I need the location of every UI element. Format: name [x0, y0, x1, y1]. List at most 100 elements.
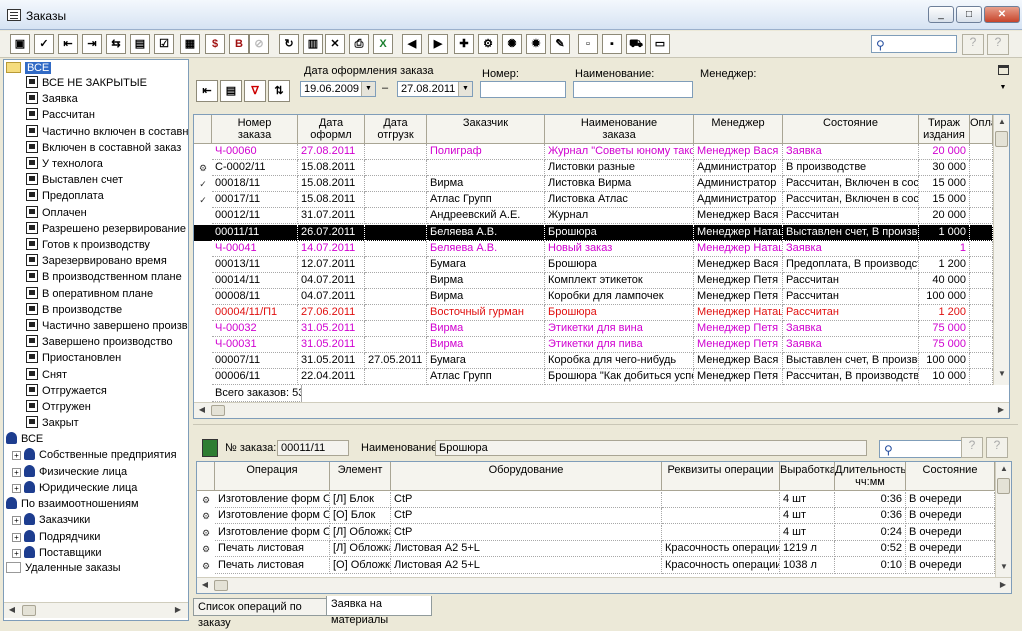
date-from-select[interactable]: 19.06.2009 ▼: [300, 81, 376, 97]
tree-status-item[interactable]: У технолога: [26, 156, 103, 172]
order-row[interactable]: Ч-00060 27.08.2011 Полиграф Журнал "Советы …: [194, 144, 993, 160]
scroll-thumb[interactable]: [997, 478, 1010, 494]
scroll-down-icon[interactable]: ▼: [994, 369, 1010, 378]
scroll-right-icon[interactable]: ▶: [993, 405, 1009, 414]
manager-select[interactable]: ▼: [698, 81, 1010, 97]
gear-icon[interactable]: ✺: [502, 34, 522, 54]
operations-column-header[interactable]: Элемент: [330, 462, 391, 491]
operation-row[interactable]: ⚙ Изготовление форм CtP [Л] Блок CtP 4 шт 0:3…: [197, 492, 995, 508]
order-row[interactable]: 00008/11 04.07.2011 Вирма Коробки для лампо…: [194, 288, 993, 305]
operation-row[interactable]: ⚙ Печать листовая [О] Обложка Листовая А2 5…: [197, 557, 995, 574]
tab-operations-list[interactable]: Список операций по заказу: [193, 598, 327, 629]
scroll-right-icon[interactable]: ▶: [170, 605, 186, 614]
order-row[interactable]: Ч-00031 31.05.2011 Вирма Этикетки для пива М…: [194, 337, 993, 354]
export-icon[interactable]: ⇥: [82, 34, 102, 54]
operations-horizontal-scrollbar[interactable]: ◀ ▶: [197, 577, 1011, 593]
detail-search-box[interactable]: ⚲: [879, 440, 965, 458]
transfer-icon[interactable]: ⇆: [106, 34, 126, 54]
search-box[interactable]: ⚲: [871, 35, 957, 53]
order-row[interactable]: 00014/11 04.07.2011 Вирма Комплект этикеток…: [194, 272, 993, 289]
order-row[interactable]: ✓ 00018/11 15.08.2011 Вирма Листовка Вирма Ад…: [194, 176, 993, 193]
operations-column-header[interactable]: Оборудование: [391, 462, 662, 491]
tree-status-item[interactable]: Отгружен: [26, 399, 91, 415]
help-button[interactable]: ?: [987, 34, 1009, 55]
filter-help-button[interactable]: ?: [962, 34, 984, 55]
orders-horizontal-scrollbar[interactable]: ◀ ▶: [194, 402, 1009, 418]
orders-column-header[interactable]: Менеджер: [694, 115, 783, 144]
tree-group-item[interactable]: + Юридические лица: [12, 480, 137, 496]
dollar-icon[interactable]: $: [205, 34, 225, 54]
minimize-button[interactable]: _: [928, 6, 954, 23]
print-icon[interactable]: ⎙: [349, 34, 369, 54]
tray-icon[interactable]: ▭: [650, 34, 670, 54]
tree-status-item[interactable]: В производстве: [26, 302, 122, 318]
disabled-icon[interactable]: ⊘: [249, 34, 269, 54]
doc-icon[interactable]: ▫: [578, 34, 598, 54]
scroll-up-icon[interactable]: ▲: [996, 464, 1012, 473]
back-icon[interactable]: ◀: [402, 34, 422, 54]
order-row[interactable]: 00012/11 31.07.2011 Андреевский А.Е. Журнал…: [194, 208, 993, 225]
tree-status-item[interactable]: Частично включен в составной: [26, 124, 188, 140]
order-row[interactable]: Ч-00032 31.05.2011 Вирма Этикетки для вина М…: [194, 321, 993, 338]
tree-status-item[interactable]: Приостановлен: [26, 350, 121, 366]
scroll-thumb[interactable]: [22, 605, 36, 616]
tree-group-item[interactable]: + Физические лица: [12, 464, 127, 480]
expand-icon[interactable]: +: [12, 484, 21, 493]
tree-status-item[interactable]: ВСЕ НЕ ЗАКРЫТЫЕ: [26, 75, 147, 91]
scroll-right-icon[interactable]: ▶: [995, 580, 1011, 589]
expand-icon[interactable]: +: [12, 516, 21, 525]
orders-column-header[interactable]: Опла: [970, 115, 993, 144]
order-row[interactable]: ✓ 00017/11 15.08.2011 Атлас Групп Листовка А…: [194, 192, 993, 209]
scroll-thumb[interactable]: [995, 131, 1008, 147]
order-row[interactable]: 00011/11 26.07.2011 Беляева А.В. Брошюра Мен…: [194, 224, 993, 241]
detail-help-button[interactable]: ?: [986, 437, 1008, 458]
operation-row[interactable]: ⚙ Печать листовая [Л] Обложка Листовая А2 5…: [197, 541, 995, 558]
chevron-down-icon[interactable]: ▼: [996, 81, 1010, 95]
expand-icon[interactable]: +: [12, 532, 21, 542]
expand-icon[interactable]: +: [12, 467, 21, 477]
tab-material-request[interactable]: Заявка на материалы: [326, 596, 432, 626]
name-input[interactable]: [573, 81, 693, 98]
scroll-left-icon[interactable]: ◀: [197, 580, 213, 589]
import-icon[interactable]: ⇤: [58, 34, 78, 54]
add-icon[interactable]: ✚: [454, 34, 474, 54]
operations-vertical-scrollbar[interactable]: ▲ ▼: [995, 462, 1011, 577]
maximize-button[interactable]: □: [956, 6, 982, 23]
doc2-icon[interactable]: ▪: [602, 34, 622, 54]
scroll-thumb[interactable]: [214, 580, 228, 591]
tree-status-item[interactable]: Частично завершено производство: [26, 318, 188, 334]
sort-icon[interactable]: ⇅: [268, 80, 290, 102]
tree-group-all[interactable]: ВСЕ: [6, 431, 43, 447]
save-icon[interactable]: [202, 439, 218, 457]
operations-column-header[interactable]: Длительность, чч:мм: [835, 462, 906, 491]
tree-status-item[interactable]: Рассчитан: [26, 107, 95, 123]
tree-root-all[interactable]: ВСЕ: [6, 60, 52, 76]
operations-column-header[interactable]: Операция: [215, 462, 330, 491]
tree-horizontal-scrollbar[interactable]: ◀ ▶: [4, 602, 188, 618]
clipboard-icon[interactable]: ▤: [220, 80, 242, 102]
calculator-icon[interactable]: ▦: [180, 34, 200, 54]
tree-status-item[interactable]: Снят: [26, 367, 67, 383]
import-orders-icon[interactable]: ⇤: [196, 80, 218, 102]
scroll-left-icon[interactable]: ◀: [194, 405, 210, 414]
date-to-select[interactable]: 27.08.2011 ▼: [397, 81, 473, 97]
operation-row[interactable]: ⚙ Изготовление форм CtP [Л] Обложка CtP 4 шт…: [197, 524, 995, 541]
scroll-up-icon[interactable]: ▲: [994, 117, 1010, 126]
tree-group-item[interactable]: + Подрядчики: [12, 529, 100, 545]
tree-status-item[interactable]: Отгружается: [26, 383, 107, 399]
tree-status-item[interactable]: Оплачен: [26, 205, 87, 221]
settings-icon[interactable]: ⚙: [478, 34, 498, 54]
close-button[interactable]: ✕: [984, 6, 1020, 23]
scroll-down-icon[interactable]: ▼: [996, 562, 1012, 571]
orders-column-header[interactable]: Номер заказа: [212, 115, 298, 144]
tree-status-item[interactable]: Включен в составной заказ: [26, 140, 181, 156]
tree-deleted-orders[interactable]: Удаленные заказы: [6, 560, 121, 576]
orders-column-header[interactable]: Заказчик: [427, 115, 545, 144]
order-row[interactable]: 00006/11 22.04.2011 Атлас Групп Брошюра "Ка…: [194, 369, 993, 386]
operations-column-header[interactable]: Выработка: [780, 462, 835, 491]
order-row[interactable]: Ч-00041 14.07.2011 Беляева А.В. Новый заказ…: [194, 240, 993, 257]
detail-filter-help-button[interactable]: ?: [961, 437, 983, 458]
gear2-icon[interactable]: ✹: [526, 34, 546, 54]
tree-status-item[interactable]: Закрыт: [26, 415, 79, 431]
expand-icon[interactable]: +: [12, 549, 21, 558]
